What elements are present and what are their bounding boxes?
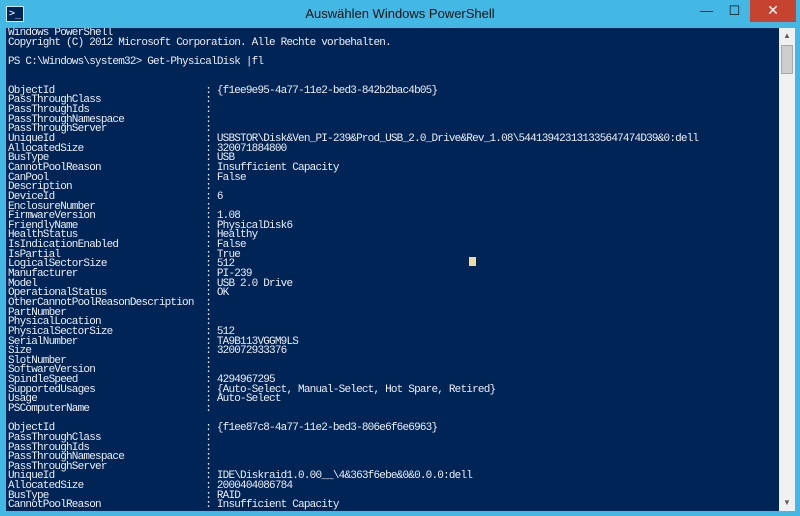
vertical-scrollbar[interactable]: ▲ ▼ <box>779 28 795 511</box>
minimize-button[interactable]: — <box>693 0 720 22</box>
console-output-area[interactable]: Windows PowerShell Copyright (C) 2012 Mic… <box>6 28 779 511</box>
close-icon: ✕ <box>767 2 779 18</box>
maximize-button[interactable]: ☐ <box>721 0 748 22</box>
console-text: Windows PowerShell Copyright (C) 2012 Mic… <box>8 28 699 511</box>
title-bar[interactable]: >_ Auswählen Windows PowerShell — ☐ ✕ <box>0 0 800 28</box>
minimize-icon: — <box>700 3 713 18</box>
scrollbar-thumb[interactable] <box>781 45 793 74</box>
console-line: PS C:\Windows\system32> Get-PhysicalDisk… <box>8 55 264 68</box>
console-line: PSComputerName : <box>8 402 212 415</box>
text-cursor <box>469 257 476 266</box>
powershell-window: >_ Auswählen Windows PowerShell — ☐ ✕ Wi… <box>0 0 800 516</box>
window-title: Auswählen Windows PowerShell <box>305 6 495 21</box>
scroll-up-arrow-icon[interactable]: ▲ <box>779 28 795 44</box>
console-line: Copyright (C) 2012 Microsoft Corporation… <box>8 36 392 49</box>
close-button[interactable]: ✕ <box>750 0 796 22</box>
scroll-down-arrow-icon[interactable]: ▼ <box>779 495 795 511</box>
console-line: CannotPoolReason : Insufficient Capacity <box>8 499 339 511</box>
maximize-icon: ☐ <box>728 3 741 18</box>
